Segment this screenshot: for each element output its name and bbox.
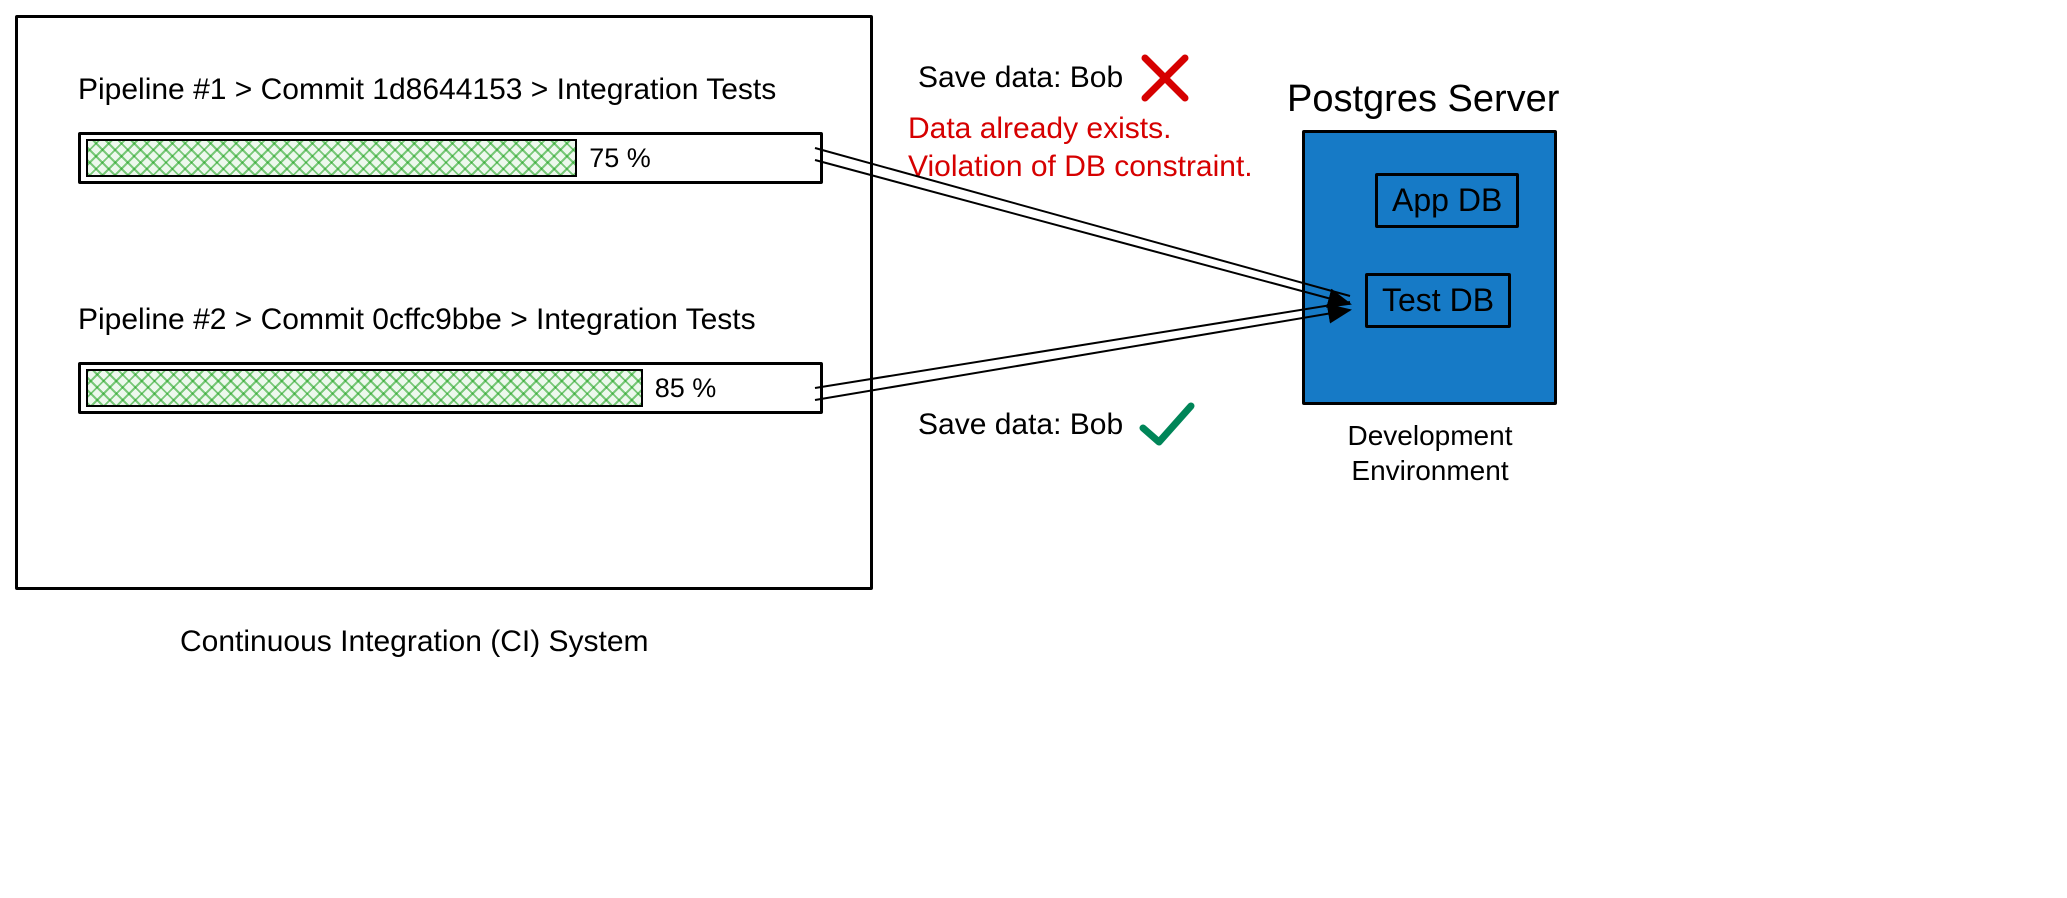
pipeline-1-progress-text: 75 % [589, 143, 651, 174]
pipeline-2-progress-text: 85 % [655, 373, 717, 404]
save-data-2-text: Save data: Bob [918, 408, 1123, 442]
error-message: Data already exists. Violation of DB con… [908, 110, 1288, 185]
pipeline-2-label: Pipeline #2 > Commit 0cffc9bbe > Integra… [78, 303, 823, 337]
pipeline-1-progress: 75 % [78, 132, 823, 184]
pipeline-1-progress-fill [86, 139, 577, 177]
save-data-2: Save data: Bob [918, 400, 1197, 450]
save-data-1-text: Save data: Bob [918, 61, 1123, 95]
app-db-box: App DB [1375, 173, 1519, 228]
postgres-server-box: App DB Test DB [1302, 130, 1557, 405]
pipeline-1: Pipeline #1 > Commit 1d8644153 > Integra… [78, 73, 823, 184]
development-environment-label: Development Environment [1320, 418, 1540, 488]
ci-system-box: Pipeline #1 > Commit 1d8644153 > Integra… [15, 15, 873, 590]
ci-system-caption: Continuous Integration (CI) System [180, 625, 649, 659]
pipeline-2-progress-fill [86, 369, 643, 407]
save-data-1: Save data: Bob [918, 50, 1193, 106]
pipeline-2: Pipeline #2 > Commit 0cffc9bbe > Integra… [78, 303, 823, 414]
postgres-server-title: Postgres Server [1287, 78, 1559, 121]
cross-icon [1137, 50, 1193, 106]
pipeline-1-label: Pipeline #1 > Commit 1d8644153 > Integra… [78, 73, 823, 107]
test-db-box: Test DB [1365, 273, 1511, 328]
checkmark-icon [1137, 400, 1197, 450]
pipeline-2-progress: 85 % [78, 362, 823, 414]
